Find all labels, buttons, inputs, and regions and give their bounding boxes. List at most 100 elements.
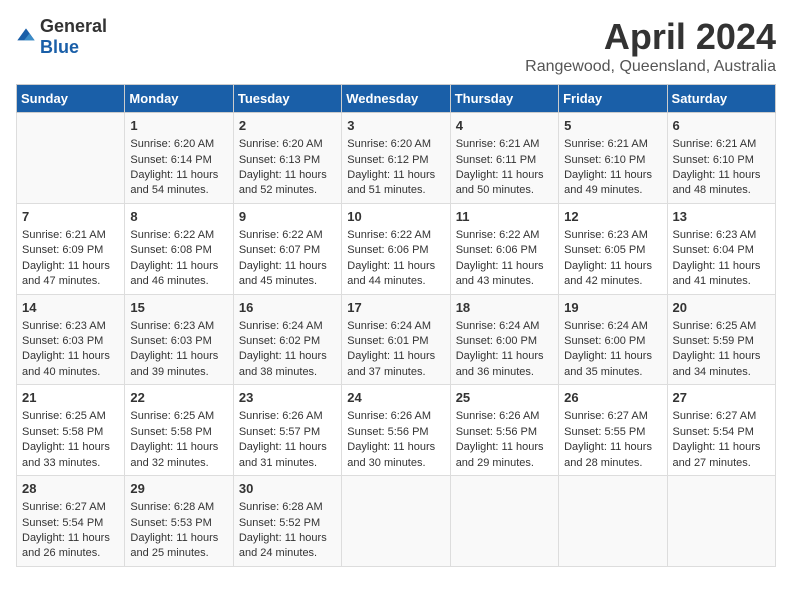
sunset: Sunset: 5:59 PM (673, 335, 754, 347)
sunrise: Sunrise: 6:22 AM (239, 229, 323, 241)
week-row: 28 Sunrise: 6:27 AM Sunset: 5:54 PM Dayligh… (17, 476, 776, 567)
calendar-cell: 21Sunrise: 6:25 AMSunset: 5:58 PMDayligh… (17, 385, 125, 476)
title-area: April 2024 Rangewood, Queensland, Austra… (525, 16, 776, 76)
day-number: 30 (239, 480, 336, 498)
sunset: Sunset: 5:56 PM (456, 426, 537, 438)
calendar-cell: 17 Sunrise: 6:24 AM Sunset: 6:01 PM Dayligh… (342, 294, 450, 385)
sunrise: Sunrise: 6:24 AM (564, 320, 648, 332)
calendar-cell: 23Sunrise: 6:26 AMSunset: 5:57 PMDayligh… (233, 385, 341, 476)
logo-icon (16, 27, 36, 47)
sunset: Sunset: 5:54 PM (22, 517, 103, 529)
calendar-cell: 18Sunrise: 6:24 AMSunset: 6:00 PMDayligh… (450, 294, 558, 385)
calendar-cell: 29Sunrise: 6:28 AMSunset: 5:53 PMDayligh… (125, 476, 233, 567)
sunset: Sunset: 6:00 PM (456, 335, 537, 347)
sunrise: Sunrise: 6:21 AM (22, 229, 106, 241)
day-number: 16 (239, 299, 336, 317)
day-number: 13 (673, 208, 770, 226)
calendar-cell (667, 476, 775, 567)
sunrise: Sunrise: 6:24 AM (347, 320, 431, 332)
calendar-cell (342, 476, 450, 567)
calendar-cell: 2Sunrise: 6:20 AMSunset: 6:13 PMDaylight… (233, 113, 341, 204)
sunset: Sunset: 6:09 PM (22, 244, 103, 256)
sunrise: Sunrise: 6:24 AM (456, 320, 540, 332)
calendar-cell: 27Sunrise: 6:27 AMSunset: 5:54 PMDayligh… (667, 385, 775, 476)
calendar-cell: 8Sunrise: 6:22 AMSunset: 6:08 PMDaylight… (125, 203, 233, 294)
sunrise: Sunrise: 6:27 AM (564, 410, 648, 422)
calendar-cell: 4Sunrise: 6:21 AMSunset: 6:11 PMDaylight… (450, 113, 558, 204)
day-number: 28 (22, 480, 119, 498)
calendar-cell: 3Sunrise: 6:20 AMSunset: 6:12 PMDaylight… (342, 113, 450, 204)
sunrise: Sunrise: 6:20 AM (347, 138, 431, 150)
logo-general: General (40, 16, 107, 36)
day-number: 2 (239, 117, 336, 135)
sunset: Sunset: 5:58 PM (22, 426, 103, 438)
sunset: Sunset: 6:04 PM (673, 244, 754, 256)
sunrise: Sunrise: 6:20 AM (130, 138, 214, 150)
sunrise: Sunrise: 6:21 AM (564, 138, 648, 150)
header-day: Monday (125, 85, 233, 113)
sunrise: Sunrise: 6:22 AM (347, 229, 431, 241)
header-day: Wednesday (342, 85, 450, 113)
daylight: Daylight: 11 hours and 50 minutes. (456, 169, 544, 196)
sunset: Sunset: 6:14 PM (130, 154, 211, 166)
sunset: Sunset: 5:53 PM (130, 517, 211, 529)
calendar-cell: 24Sunrise: 6:26 AMSunset: 5:56 PMDayligh… (342, 385, 450, 476)
sunset: Sunset: 6:01 PM (347, 335, 428, 347)
day-number: 25 (456, 389, 553, 407)
daylight: Daylight: 11 hours and 45 minutes. (239, 260, 327, 287)
calendar-cell: 5Sunrise: 6:21 AMSunset: 6:10 PMDaylight… (559, 113, 667, 204)
sunrise: Sunrise: 6:23 AM (130, 320, 214, 332)
week-row: 21Sunrise: 6:25 AMSunset: 5:58 PMDayligh… (17, 385, 776, 476)
daylight: Daylight: 11 hours and 41 minutes. (673, 260, 761, 287)
daylight: Daylight: 11 hours and 26 minutes. (22, 532, 110, 559)
sunrise: Sunrise: 6:27 AM (22, 501, 106, 513)
sunrise: Sunrise: 6:26 AM (347, 410, 431, 422)
day-number: 10 (347, 208, 444, 226)
calendar-cell: 7Sunrise: 6:21 AMSunset: 6:09 PMDaylight… (17, 203, 125, 294)
logo: General Blue (16, 16, 107, 58)
daylight: Daylight: 11 hours and 24 minutes. (239, 532, 327, 559)
sunset: Sunset: 6:11 PM (456, 154, 537, 166)
daylight: Daylight: 11 hours and 30 minutes. (347, 441, 435, 468)
sunrise: Sunrise: 6:21 AM (456, 138, 540, 150)
sunset: Sunset: 5:55 PM (564, 426, 645, 438)
day-number: 9 (239, 208, 336, 226)
daylight: Daylight: 11 hours and 43 minutes. (456, 260, 544, 287)
day-number: 22 (130, 389, 227, 407)
calendar-cell (450, 476, 558, 567)
calendar-cell: 10Sunrise: 6:22 AMSunset: 6:06 PMDayligh… (342, 203, 450, 294)
sunset: Sunset: 6:10 PM (564, 154, 645, 166)
daylight: Daylight: 11 hours and 35 minutes. (564, 350, 652, 377)
calendar-cell (559, 476, 667, 567)
daylight: Daylight: 11 hours and 54 minutes. (130, 169, 218, 196)
daylight: Daylight: 11 hours and 39 minutes. (130, 350, 218, 377)
sunset: Sunset: 5:58 PM (130, 426, 211, 438)
calendar-cell: 25Sunrise: 6:26 AMSunset: 5:56 PMDayligh… (450, 385, 558, 476)
day-number: 17 (347, 299, 444, 317)
sunset: Sunset: 6:08 PM (130, 244, 211, 256)
daylight: Daylight: 11 hours and 40 minutes. (22, 350, 110, 377)
daylight: Daylight: 11 hours and 51 minutes. (347, 169, 435, 196)
sunrise: Sunrise: 6:22 AM (130, 229, 214, 241)
daylight: Daylight: 11 hours and 27 minutes. (673, 441, 761, 468)
day-number: 5 (564, 117, 661, 135)
sunrise: Sunrise: 6:23 AM (22, 320, 106, 332)
daylight: Daylight: 11 hours and 29 minutes. (456, 441, 544, 468)
calendar-cell: 26Sunrise: 6:27 AMSunset: 5:55 PMDayligh… (559, 385, 667, 476)
sunrise: Sunrise: 6:23 AM (564, 229, 648, 241)
day-number: 11 (456, 208, 553, 226)
day-number: 12 (564, 208, 661, 226)
day-number: 24 (347, 389, 444, 407)
calendar-table: SundayMondayTuesdayWednesdayThursdayFrid… (16, 84, 776, 567)
daylight: Daylight: 11 hours and 32 minutes. (130, 441, 218, 468)
sunrise: Sunrise: 6:28 AM (130, 501, 214, 513)
sunrise: Sunrise: 6:24 AM (239, 320, 323, 332)
sunset: Sunset: 6:06 PM (347, 244, 428, 256)
daylight: Daylight: 11 hours and 33 minutes. (22, 441, 110, 468)
calendar-cell: 11Sunrise: 6:22 AMSunset: 6:06 PMDayligh… (450, 203, 558, 294)
location-title: Rangewood, Queensland, Australia (525, 58, 776, 76)
sunset: Sunset: 6:00 PM (564, 335, 645, 347)
day-number: 8 (130, 208, 227, 226)
daylight: Daylight: 11 hours and 37 minutes. (347, 350, 435, 377)
sunset: Sunset: 6:02 PM (239, 335, 320, 347)
